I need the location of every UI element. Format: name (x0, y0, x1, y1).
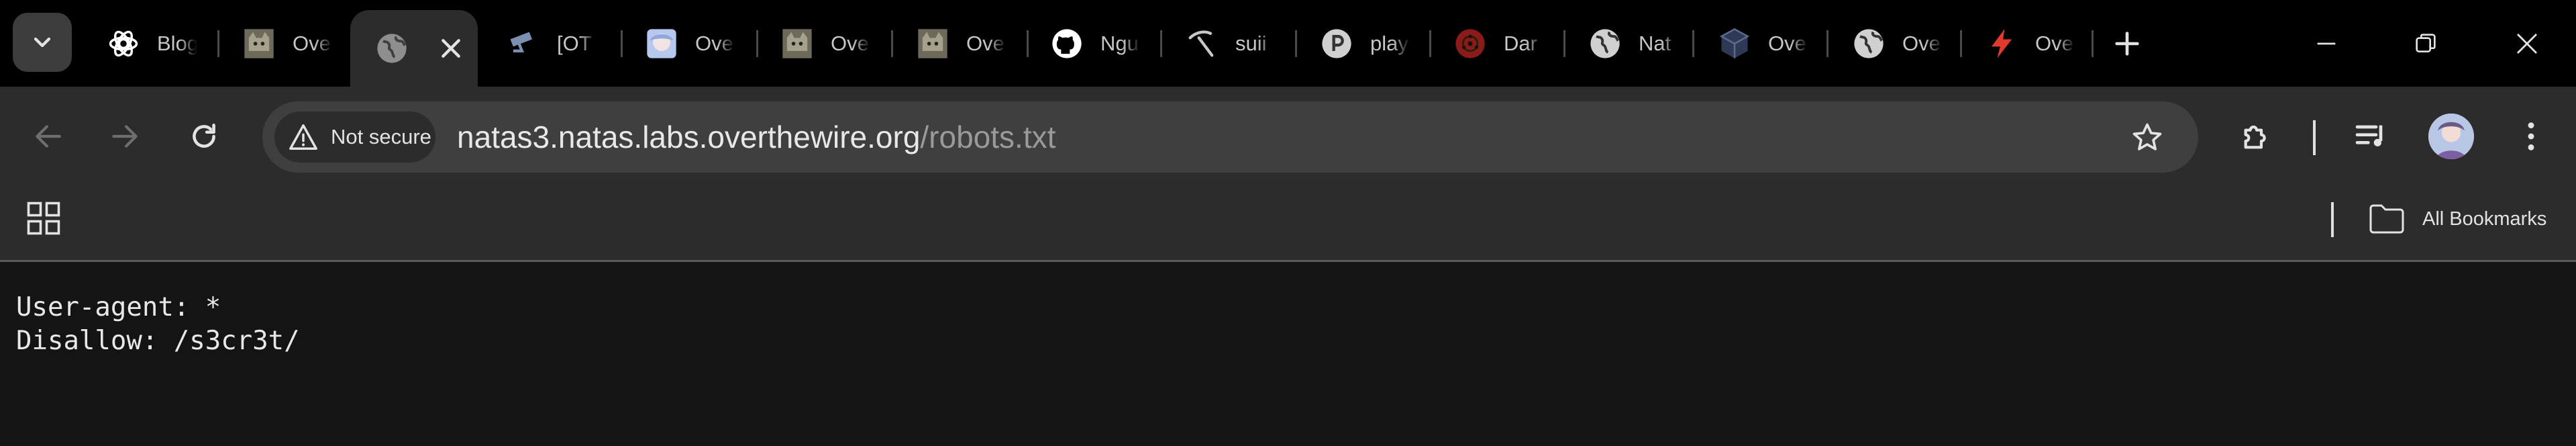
extensions-button[interactable] (2235, 115, 2278, 158)
tab-title: Ove (966, 32, 1004, 55)
globe-icon (1588, 26, 1622, 61)
arrow-right-icon (112, 125, 138, 148)
tab-title: play (1370, 32, 1408, 55)
reload-button[interactable] (180, 112, 228, 161)
more-vert-icon (2528, 122, 2534, 150)
folder-icon (2369, 204, 2404, 234)
cat-icon (915, 26, 950, 61)
restore-icon (2416, 34, 2436, 52)
chatgpt-icon (106, 26, 141, 61)
robots-line-disallow: Disallow: /s3cr3t/ (16, 326, 300, 356)
tab-title: suii (1235, 32, 1267, 55)
warning-triangle-icon (289, 124, 317, 150)
tab-title: Blog (157, 32, 197, 55)
new-tab-button[interactable] (2107, 24, 2147, 64)
url-text[interactable]: natas3.natas.labs.overthewire.org/robots… (457, 120, 1055, 154)
tab-title: Ove (1902, 32, 1941, 55)
tab-separator (2092, 30, 2094, 57)
tab[interactable]: Ove (1961, 10, 2079, 77)
tab-search-button[interactable] (13, 13, 72, 72)
minimize-button[interactable] (2303, 20, 2350, 67)
apps-button[interactable] (25, 200, 62, 236)
tab[interactable]: Ove (1828, 10, 1946, 77)
tab-strip: Blog Ove [OT Ove Ove Ove Ngu suii play D… (0, 0, 2576, 87)
reload-icon (193, 124, 215, 148)
tab-title: [OT (557, 32, 592, 55)
close-icon (2517, 34, 2537, 54)
forward-button[interactable] (101, 112, 149, 161)
bookmarks-bar: All Bookmarks (0, 187, 2576, 262)
puzzle-icon (2244, 125, 2266, 149)
bookmarks-divider (2331, 202, 2334, 237)
toolbar-divider (2313, 120, 2316, 155)
security-chip[interactable]: Not secure (274, 112, 435, 163)
tab-title: Dar (1504, 32, 1537, 55)
restore-button[interactable] (2402, 20, 2449, 67)
robots-line-user-agent: User-agent: * (16, 292, 221, 322)
profile-avatar[interactable] (2428, 114, 2474, 159)
globe-icon (1851, 26, 1886, 61)
media-controls-button[interactable] (2350, 115, 2393, 158)
tab[interactable]: Ove (219, 10, 336, 77)
p-circle-icon (1319, 26, 1354, 61)
globe-icon (374, 31, 409, 66)
plus-icon (2115, 32, 2139, 56)
tab[interactable]: Ove (892, 10, 1010, 77)
tab[interactable]: Ove (1694, 10, 1812, 77)
close-icon (442, 39, 460, 58)
tab-title: Ove (1768, 32, 1806, 55)
back-button[interactable] (24, 112, 72, 161)
bolt-icon (1984, 26, 2019, 61)
cctv-icon (506, 26, 541, 61)
cat-icon (242, 26, 276, 61)
sharingan-icon (1453, 26, 1488, 61)
tab[interactable]: play (1296, 10, 1414, 77)
apps-grid-icon (27, 202, 60, 235)
tab[interactable]: Nat (1565, 10, 1682, 77)
robots-txt-body: User-agent: * Disallow: /s3cr3t/ (16, 291, 300, 358)
menu-button[interactable] (2510, 115, 2553, 158)
tab[interactable]: [OT (483, 10, 601, 77)
playlist-icon (2355, 125, 2383, 146)
avatar-icon (2428, 114, 2474, 159)
tab-close-button[interactable] (436, 34, 466, 63)
pickaxe-icon (1184, 26, 1219, 61)
chevron-down-icon (34, 37, 51, 48)
tab[interactable]: suii (1162, 10, 1279, 77)
url-host: natas3.natas.labs.overthewire.org (457, 120, 921, 154)
tab-title: Ngu (1100, 32, 1139, 55)
tab[interactable]: Ove (621, 10, 739, 77)
cat-icon (780, 26, 815, 61)
cube-icon (1717, 26, 1752, 61)
tab-title: Ove (293, 32, 331, 55)
tab-title: Ove (2035, 32, 2073, 55)
tab[interactable]: Blog (83, 10, 201, 77)
all-bookmarks-button[interactable]: All Bookmarks (2369, 200, 2546, 238)
github-icon (1049, 26, 1084, 61)
tab[interactable]: Ove (757, 10, 874, 77)
address-bar[interactable]: Not secure natas3.natas.labs.overthewire… (262, 101, 2198, 173)
bookmark-star-button[interactable] (2130, 120, 2165, 155)
tab-title: Ove (695, 32, 733, 55)
star-icon (2132, 123, 2162, 150)
url-path: /robots.txt (920, 120, 1056, 154)
anime-avatar-icon (644, 26, 679, 61)
minimize-icon (2317, 42, 2336, 45)
security-chip-label: Not secure (331, 125, 431, 148)
tab-active[interactable] (350, 10, 478, 87)
arrow-left-icon (36, 125, 61, 148)
tab-title: Ove (831, 32, 869, 55)
all-bookmarks-label: All Bookmarks (2422, 208, 2547, 230)
window-close-button[interactable] (2504, 20, 2551, 67)
page-content: User-agent: * Disallow: /s3cr3t/ (0, 264, 2576, 446)
tab[interactable]: Ngu (1027, 10, 1144, 77)
tab[interactable]: Dar (1430, 10, 1547, 77)
tab-title: Nat (1639, 32, 1671, 55)
toolbar: Not secure natas3.natas.labs.overthewire… (0, 87, 2576, 187)
